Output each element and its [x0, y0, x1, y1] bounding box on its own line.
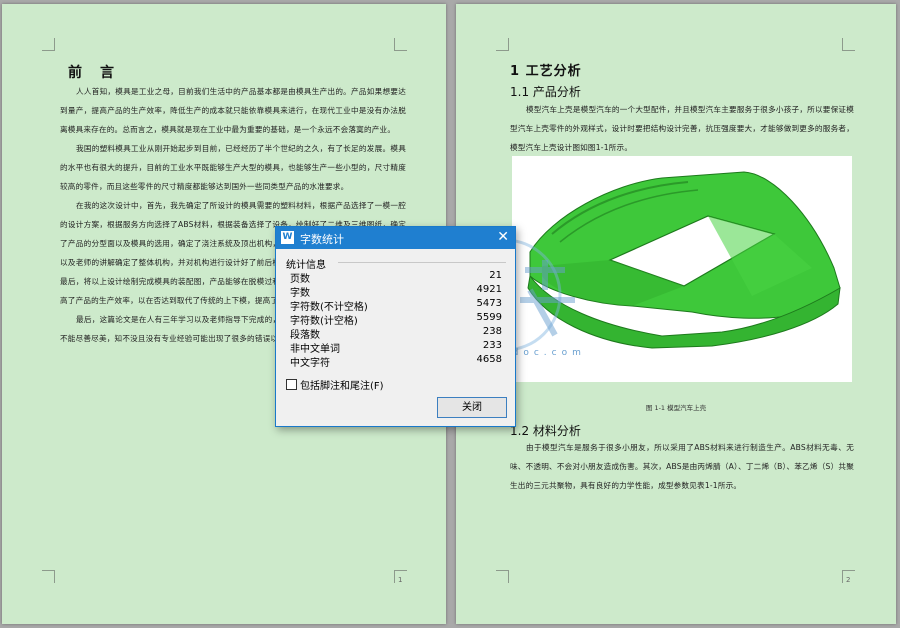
section-heading: 1.2 材料分析 [510, 424, 581, 438]
document-page-2: 1 工艺分析 1.1 产品分析 模型汽车上壳是模型汽车的一个大型配件，并且模型汽… [456, 4, 896, 624]
stat-value: 233 [482, 340, 502, 351]
paragraph: 我国的塑料模具工业从刚开始起步到目前，已经经历了半个世纪的之久，有了长足的发展。… [60, 144, 406, 191]
crop-mark [42, 570, 55, 583]
chapter-heading: 1 工艺分析 [510, 64, 582, 79]
crop-mark [496, 38, 509, 51]
checkbox-label[interactable]: 包括脚注和尾注(F) [300, 381, 384, 392]
paragraph: 人人首知，模具是工业之母，目前我们生活中的产品基本都是由模具生产出的。产品如果想… [60, 87, 406, 134]
car-shell-image [527, 171, 841, 349]
stat-value: 5599 [476, 312, 502, 323]
statistics-group-label: 统计信息 [286, 260, 326, 271]
dialog-titlebar[interactable]: W 字数统计 ✕ [276, 227, 515, 249]
stat-value: 238 [482, 326, 502, 337]
statistics-list: 页数 21 字数 4921 字符数(不计空格) 5473 字符数(计空格) 5599 段… [290, 270, 502, 369]
section-heading: 1.1 产品分析 [510, 85, 581, 99]
section-paragraph: 由于模型汽车是服务于很多小朋友，所以采用了ABS材料来进行制造生产。ABS材料无… [510, 438, 854, 495]
paragraph: 由于模型汽车是服务于很多小朋友，所以采用了ABS材料来进行制造生产。ABS材料无… [510, 443, 854, 490]
crop-mark [394, 38, 407, 51]
crop-mark [42, 38, 55, 51]
stat-value: 4921 [476, 284, 502, 295]
word-app-icon: W [281, 231, 294, 244]
dialog-title: 字数统计 [300, 233, 344, 246]
stat-row-chars-with-spaces: 字符数(计空格) 5599 [290, 312, 502, 327]
stat-row-words: 字数 4921 [290, 284, 502, 299]
crop-mark [496, 570, 509, 583]
page-number: 1 [398, 576, 403, 584]
include-footnotes-checkbox[interactable]: 包括脚注和尾注(F) [286, 377, 384, 392]
stat-value: 4658 [476, 354, 502, 365]
stat-value: 21 [489, 270, 502, 281]
stat-value: 5473 [476, 298, 502, 309]
close-button[interactable]: 关闭 [437, 397, 507, 418]
page-number: 2 [846, 576, 851, 584]
stat-row-paragraphs: 段落数 238 [290, 326, 502, 341]
stat-row-pages: 页数 21 [290, 270, 502, 285]
close-icon[interactable]: ✕ [497, 229, 509, 245]
stat-row-non-chinese-words: 非中文单词 233 [290, 340, 502, 355]
section-paragraph: 模型汽车上壳是模型汽车的一个大型配件，并且模型汽车主要服务于很多小孩子，所以要保… [510, 100, 854, 157]
checkbox-box[interactable] [286, 379, 297, 390]
figure-caption: 图 1-1 模型汽车上壳 [645, 404, 707, 412]
stat-label: 中文字符 [290, 358, 330, 369]
paragraph: 模型汽车上壳是模型汽车的一个大型配件，并且模型汽车主要服务于很多小孩子，所以要保… [510, 105, 854, 152]
stat-row-chinese-chars: 中文字符 4658 [290, 354, 502, 369]
stat-row-chars-no-spaces: 字符数(不计空格) 5473 [290, 298, 502, 313]
car-shell-figure [512, 156, 852, 382]
group-divider [338, 262, 506, 263]
preface-heading: 前 言 [68, 65, 116, 81]
word-count-dialog[interactable]: W 字数统计 ✕ 统计信息 页数 21 字数 4921 字符数(不计空格) 5473 … [275, 226, 516, 427]
crop-mark [842, 38, 855, 51]
